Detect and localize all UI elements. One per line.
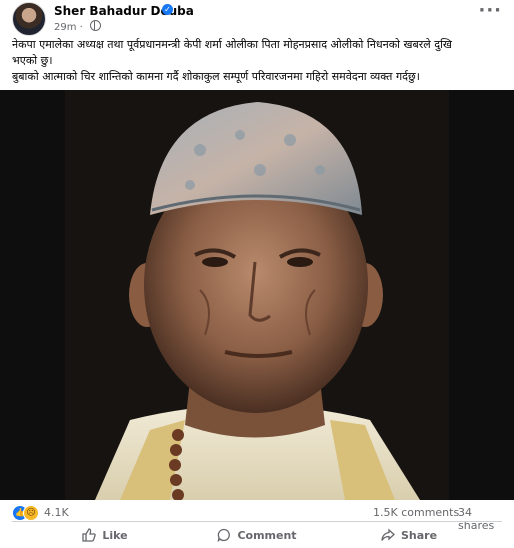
author-avatar[interactable] bbox=[12, 2, 46, 36]
sad-reaction-icon[interactable]: ☹ bbox=[23, 505, 39, 521]
comment-button[interactable]: Comment bbox=[182, 523, 332, 547]
reaction-bar: 👍 ☹ 4.1K 1.5K comments 34 shares bbox=[12, 503, 502, 532]
comment-label: Comment bbox=[237, 528, 297, 542]
post-text-line: भएको छु। bbox=[12, 54, 53, 67]
comment-bubble-icon bbox=[218, 528, 231, 542]
share-label: Share bbox=[400, 528, 438, 542]
post-text-line: बुबाको आत्माको चिर शान्तिको कामना गर्दै … bbox=[12, 70, 420, 83]
globe-icon bbox=[90, 20, 102, 31]
post-photo[interactable] bbox=[0, 90, 514, 500]
post-text-line: नेकपा एमालेका अध्यक्ष तथा पूर्वप्रधानमन्… bbox=[12, 38, 452, 51]
share-arrow-icon bbox=[381, 528, 395, 541]
more-options-icon[interactable]: ··· bbox=[478, 2, 502, 20]
post-meta: 29m · bbox=[54, 20, 102, 33]
share-button[interactable]: Share bbox=[334, 523, 484, 547]
facebook-post-card: Sher Bahadur Deuba ✓ 29m · ··· नेकपा एमा… bbox=[0, 0, 514, 548]
post-header: Sher Bahadur Deuba ✓ 29m · ··· bbox=[0, 0, 514, 36]
post-time[interactable]: 29m bbox=[54, 22, 76, 33]
comments-count[interactable]: 1.5K comments bbox=[373, 506, 459, 519]
like-button[interactable]: Like bbox=[30, 523, 180, 547]
author-name[interactable]: Sher Bahadur Deuba bbox=[54, 4, 194, 18]
thumbs-up-icon bbox=[82, 528, 97, 542]
dot-separator: · bbox=[76, 22, 87, 33]
verified-badge-icon: ✓ bbox=[162, 4, 173, 15]
portrait-image bbox=[0, 90, 514, 500]
action-bar: Like Comment Share bbox=[0, 523, 514, 547]
reaction-count[interactable]: 4.1K bbox=[44, 506, 69, 519]
post-text: नेकपा एमालेका अध्यक्ष तथा पूर्वप्रधानमन्… bbox=[12, 37, 502, 85]
divider bbox=[12, 521, 502, 522]
like-label: Like bbox=[102, 528, 128, 542]
